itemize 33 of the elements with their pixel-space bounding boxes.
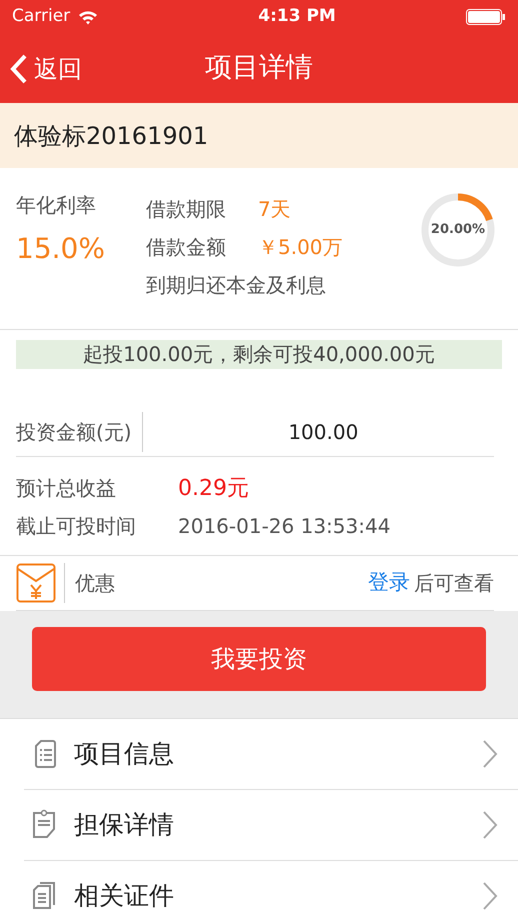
clock: 4:13 PM [258,5,336,28]
earnings-label: 预计总收益 [16,475,117,502]
menu-item[interactable]: 相关证件 [24,861,518,920]
repayment-note: 到期归还本金及利息 [146,272,327,299]
amount-label: 投资金额(元) [16,418,132,446]
deadline-value: 2016-01-26 13:53:44 [178,513,390,540]
page-title: 项目详情 [205,51,313,86]
invest-button[interactable]: 我要投资 [32,627,486,691]
earnings-value: 0.29元 [178,474,249,502]
rate-label: 年化利率 [16,192,97,219]
menu-item[interactable]: 项目信息 [24,719,518,790]
coupon-icon [16,563,56,603]
term-label: 借款期限 [146,196,227,223]
rate-value: 15.0% [16,231,106,267]
term-value: 7天 [258,196,291,223]
menu-item[interactable]: 担保详情 [24,790,518,861]
carrier-label: Carrier [12,5,70,28]
chevron-icon [482,739,498,769]
login-link[interactable]: 登录 [368,567,410,599]
project-name: 体验标20161901 [14,120,208,152]
deadline-label: 截止可投时间 [16,513,137,540]
wifi-icon [78,10,98,24]
battery-icon [466,9,506,25]
term-value: ￥5.00万 [258,234,343,261]
chevron-icon [482,881,498,911]
investment-notice: 起投100.00元，剩余可投40,000.00元 [16,340,502,369]
back-chevron-icon [10,54,28,84]
progress-reading: 20.00% [430,221,486,239]
coupon-hint: 后可查看 [414,570,494,597]
back-button[interactable]: 返回 [10,50,82,86]
coupon-label: 优惠 [75,570,116,597]
term-label: 借款金额 [146,234,227,261]
chevron-icon [482,810,498,840]
